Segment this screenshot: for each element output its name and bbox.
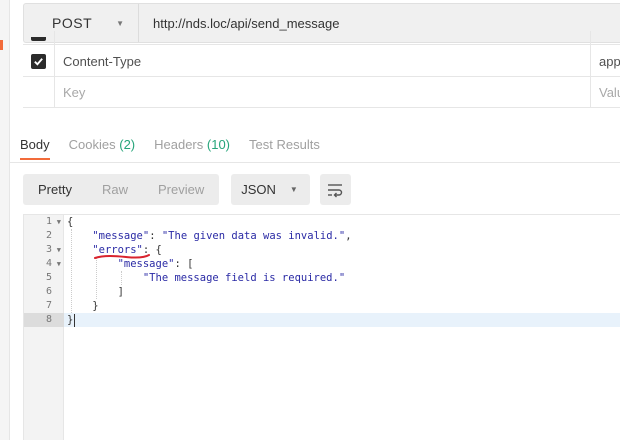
line-number-text: 7 — [45, 300, 52, 311]
header-key-input[interactable]: Key — [55, 77, 591, 107]
line-number: 3 ▼ — [24, 243, 64, 257]
line-number-text: 5 — [45, 272, 52, 283]
checkbox-cell — [23, 46, 55, 76]
line-number: 4 ▼ — [24, 257, 64, 271]
line-number: 6 — [24, 285, 64, 299]
tab-label: Headers — [154, 137, 204, 152]
tab-label: Cookies — [68, 137, 116, 152]
tabs-divider — [10, 162, 620, 163]
fold-arrow-icon[interactable]: ▼ — [57, 215, 61, 229]
line-number-text: 2 — [45, 230, 52, 241]
header-checkbox[interactable] — [31, 53, 46, 69]
code-line: { — [67, 215, 617, 229]
header-checkbox[interactable] — [31, 37, 46, 41]
pretty-button[interactable]: Pretty — [23, 174, 87, 205]
json-comma: , — [345, 230, 352, 242]
checkbox-cell — [23, 77, 55, 107]
tab-label: Body — [20, 137, 50, 152]
json-key: "message" — [92, 230, 150, 242]
line-number-text: 4 — [45, 258, 52, 269]
tab-label: Test Results — [249, 137, 320, 152]
code-line: ] — [67, 285, 617, 299]
line-number-text: 6 — [45, 286, 52, 297]
table-row-partial — [23, 31, 620, 47]
code-line: } — [67, 313, 617, 327]
line-number: 8 — [24, 313, 64, 327]
tab-cookies[interactable]: Cookies (2) — [69, 136, 135, 160]
wrap-lines-icon — [328, 183, 343, 197]
json-separator: : [ — [174, 258, 194, 270]
chevron-down-icon: ▼ — [116, 18, 125, 28]
json-separator: : — [149, 230, 162, 242]
header-value-cell[interactable] — [591, 31, 620, 47]
preview-button[interactable]: Preview — [143, 174, 219, 205]
chevron-down-icon: ▼ — [289, 185, 298, 194]
json-string: "The message field is required." — [142, 272, 346, 284]
fold-arrow-icon[interactable]: ▼ — [57, 257, 61, 271]
tab-count: (10) — [206, 137, 231, 152]
code-brace: } — [67, 314, 74, 326]
header-key-cell[interactable] — [55, 31, 591, 47]
line-number-text: 1 — [45, 216, 52, 227]
line-number: 2 — [24, 229, 64, 243]
request-headers-table: Content-Type applicat Key Value — [23, 31, 620, 122]
code-brace: { — [67, 216, 74, 228]
tab-test-results[interactable]: Test Results — [249, 136, 320, 160]
line-number: 1 ▼ — [24, 215, 64, 229]
code-line: "message": "The given data was invalid."… — [67, 229, 617, 243]
tab-headers[interactable]: Headers (10) — [154, 136, 230, 160]
language-label: JSON — [241, 182, 276, 197]
tab-body[interactable]: Body — [20, 136, 50, 160]
table-row: Content-Type applicat — [23, 46, 620, 77]
view-mode-group: Pretty Raw Preview — [23, 174, 220, 205]
url-input[interactable]: http://nds.loc/api/send_message — [139, 16, 339, 31]
response-body-editor[interactable]: 1 ▼ 2 3 ▼ 4 ▼ 5 6 7 8 { "message": "The giv… — [23, 214, 620, 440]
header-value-cell[interactable]: applicat — [591, 46, 620, 76]
side-panel-edge — [0, 0, 10, 440]
code-line: } — [67, 299, 617, 313]
line-number: 7 — [24, 299, 64, 313]
language-dropdown[interactable]: JSON ▼ — [231, 174, 310, 205]
json-string: "The given data was invalid." — [161, 230, 346, 242]
method-label: POST — [52, 15, 93, 31]
raw-button[interactable]: Raw — [87, 174, 143, 205]
response-toolbar: Pretty Raw Preview JSON ▼ — [23, 174, 351, 205]
header-value-input[interactable]: Value — [591, 77, 620, 107]
code-brace: } — [92, 300, 99, 312]
wrap-lines-button[interactable] — [319, 174, 351, 205]
code-line: "The message field is required." — [67, 271, 617, 285]
sidebar-accent-marker — [0, 40, 3, 50]
header-key-cell[interactable]: Content-Type — [55, 46, 591, 76]
line-number-text: 8 — [45, 314, 52, 325]
tab-count: (2) — [119, 137, 136, 152]
line-number: 5 — [24, 271, 64, 285]
fold-arrow-icon[interactable]: ▼ — [57, 243, 61, 257]
checkmark-icon — [34, 57, 43, 66]
line-number-text: 3 — [45, 244, 52, 255]
checkbox-cell — [23, 31, 55, 47]
red-underline-annotation — [94, 254, 150, 259]
code-bracket: ] — [117, 286, 124, 298]
text-cursor — [74, 314, 75, 327]
response-tabs: Body Cookies (2) Headers (10) Test Resul… — [20, 136, 339, 160]
table-row: Key Value — [23, 77, 620, 108]
